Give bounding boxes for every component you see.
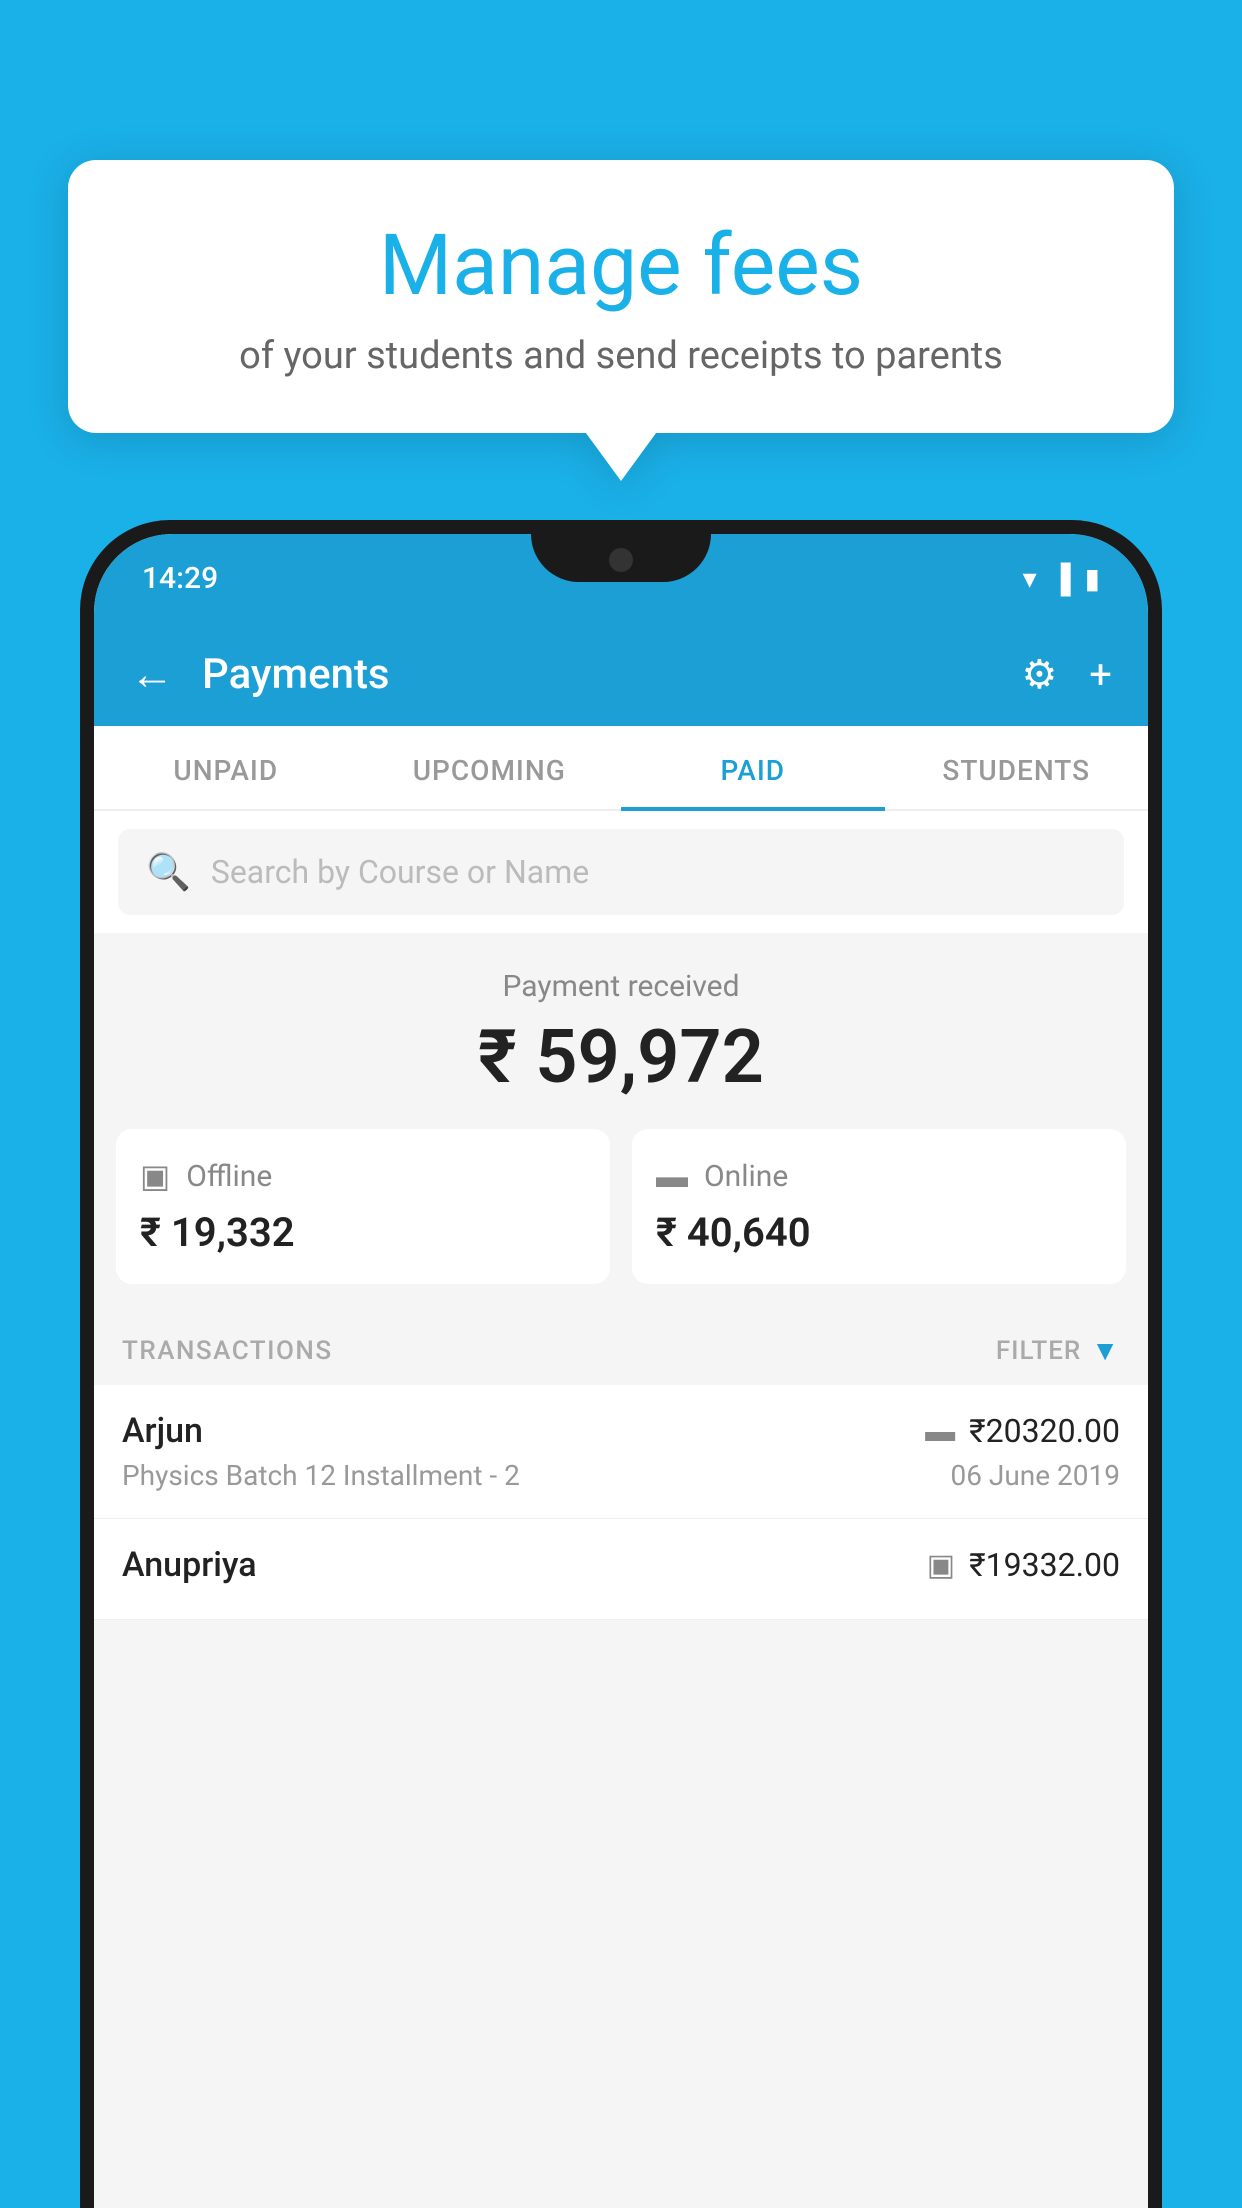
online-card: ▬ Online ₹ 40,640 bbox=[632, 1129, 1126, 1284]
app-header: ← Payments ⚙ + bbox=[94, 622, 1148, 726]
filter-label: FILTER bbox=[996, 1336, 1081, 1366]
online-label: Online bbox=[704, 1159, 788, 1194]
tab-upcoming[interactable]: UPCOMING bbox=[358, 726, 622, 809]
tab-students[interactable]: STUDENTS bbox=[885, 726, 1149, 809]
phone-frame: 14:29 ▾ ▐ ▮ ← Payments ⚙ + UNPAID bbox=[80, 520, 1162, 2208]
screen-body: 🔍 Search by Course or Name Payment recei… bbox=[94, 811, 1148, 2208]
payment-received-label: Payment received bbox=[94, 969, 1148, 1004]
cards-row: ▣ Offline ₹ 19,332 ▬ Online ₹ 40,640 bbox=[94, 1129, 1148, 1312]
transaction-card-icon-1: ▬ bbox=[925, 1414, 955, 1449]
header-actions: ⚙ + bbox=[1021, 651, 1112, 698]
status-bar: 14:29 ▾ ▐ ▮ bbox=[94, 534, 1148, 622]
bubble-subtitle: of your students and send receipts to pa… bbox=[128, 334, 1114, 378]
phone-screen: 14:29 ▾ ▐ ▮ ← Payments ⚙ + UNPAID bbox=[94, 534, 1148, 2208]
transaction-amount-1: ₹20320.00 bbox=[969, 1412, 1120, 1450]
wifi-icon: ▾ bbox=[1023, 562, 1037, 595]
offline-card: ▣ Offline ₹ 19,332 bbox=[116, 1129, 610, 1284]
transactions-label: TRANSACTIONS bbox=[122, 1336, 333, 1366]
add-icon[interactable]: + bbox=[1089, 651, 1112, 698]
back-button[interactable]: ← bbox=[130, 648, 174, 700]
online-icon: ▬ bbox=[656, 1157, 688, 1195]
offline-card-header: ▣ Offline bbox=[140, 1157, 586, 1195]
header-title: Payments bbox=[202, 650, 1021, 699]
transaction-amount-2: ₹19332.00 bbox=[969, 1546, 1120, 1584]
transaction-name-1: Arjun bbox=[122, 1411, 203, 1451]
notch bbox=[531, 534, 711, 582]
transaction-amount-wrap-1: ▬ ₹20320.00 bbox=[925, 1412, 1120, 1450]
status-icons: ▾ ▐ ▮ bbox=[1023, 562, 1100, 595]
signal-icon: ▐ bbox=[1051, 562, 1071, 595]
filter-icon: ▼ bbox=[1091, 1334, 1120, 1367]
transaction-cash-icon-2: ▣ bbox=[927, 1548, 955, 1583]
bubble-title: Manage fees bbox=[128, 220, 1114, 312]
speech-bubble: Manage fees of your students and send re… bbox=[68, 160, 1174, 433]
transaction-name-2: Anupriya bbox=[122, 1545, 257, 1585]
settings-icon[interactable]: ⚙ bbox=[1021, 651, 1057, 698]
transactions-header: TRANSACTIONS FILTER ▼ bbox=[94, 1312, 1148, 1385]
search-icon: 🔍 bbox=[146, 851, 191, 893]
online-card-header: ▬ Online bbox=[656, 1157, 1102, 1195]
camera-dot bbox=[609, 548, 633, 572]
filter-button[interactable]: FILTER ▼ bbox=[996, 1334, 1120, 1367]
tabs-bar: UNPAID UPCOMING PAID STUDENTS bbox=[94, 726, 1148, 811]
search-placeholder: Search by Course or Name bbox=[211, 853, 589, 891]
payment-received-section: Payment received ₹ 59,972 bbox=[94, 933, 1148, 1129]
search-bar[interactable]: 🔍 Search by Course or Name bbox=[118, 829, 1124, 915]
payment-received-amount: ₹ 59,972 bbox=[94, 1014, 1148, 1101]
battery-icon: ▮ bbox=[1085, 562, 1100, 595]
transaction-date-1: 06 June 2019 bbox=[950, 1459, 1120, 1492]
transaction-row[interactable]: Arjun ▬ ₹20320.00 Physics Batch 12 Insta… bbox=[94, 1385, 1148, 1519]
status-time: 14:29 bbox=[142, 561, 218, 596]
offline-label: Offline bbox=[186, 1159, 272, 1194]
search-container: 🔍 Search by Course or Name bbox=[94, 811, 1148, 933]
transaction-bottom-1: Physics Batch 12 Installment - 2 06 June… bbox=[122, 1459, 1120, 1492]
tab-paid[interactable]: PAID bbox=[621, 726, 885, 809]
offline-amount: ₹ 19,332 bbox=[140, 1209, 586, 1256]
transaction-top-1: Arjun ▬ ₹20320.00 bbox=[122, 1411, 1120, 1451]
offline-icon: ▣ bbox=[140, 1157, 170, 1195]
transaction-course-1: Physics Batch 12 Installment - 2 bbox=[122, 1459, 520, 1492]
phone-inner: 14:29 ▾ ▐ ▮ ← Payments ⚙ + UNPAID bbox=[94, 534, 1148, 2208]
tab-unpaid[interactable]: UNPAID bbox=[94, 726, 358, 809]
transaction-top-2: Anupriya ▣ ₹19332.00 bbox=[122, 1545, 1120, 1585]
online-amount: ₹ 40,640 bbox=[656, 1209, 1102, 1256]
transaction-row-2[interactable]: Anupriya ▣ ₹19332.00 bbox=[94, 1519, 1148, 1620]
transaction-amount-wrap-2: ▣ ₹19332.00 bbox=[927, 1546, 1120, 1584]
